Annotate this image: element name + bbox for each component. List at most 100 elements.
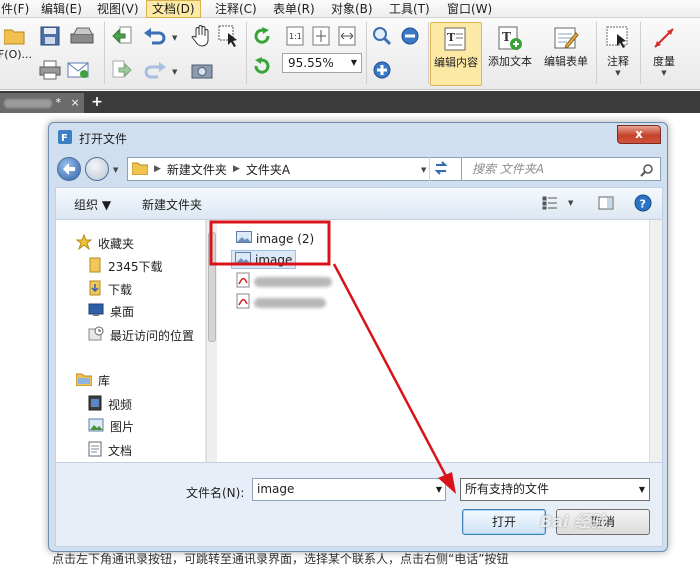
zoom-value: 95.55% xyxy=(288,56,334,70)
new-tab-plus-icon[interactable]: + xyxy=(90,94,104,110)
forward-button[interactable] xyxy=(85,157,109,181)
view-options-chevron-icon[interactable]: ▼ xyxy=(568,199,573,207)
recent-locations-chevron-icon[interactable]: ▼ xyxy=(113,166,118,174)
file-type-select[interactable]: 所有支持的文件 ▼ xyxy=(460,478,650,501)
snapshot-button[interactable] xyxy=(190,58,214,82)
close-icon[interactable]: × xyxy=(71,96,80,109)
dialog-close-button[interactable]: x xyxy=(617,125,661,144)
measure-button[interactable]: 度量 ▼ xyxy=(646,22,682,86)
refresh-button[interactable] xyxy=(429,157,453,181)
desktop-icon xyxy=(88,303,104,320)
nav-item-desktop[interactable]: 桌面 xyxy=(88,303,134,320)
file-item-image-2[interactable]: image (2) xyxy=(233,230,317,247)
dialog-title: 打开文件 xyxy=(79,132,128,146)
hand-icon xyxy=(191,25,211,47)
folder-icon xyxy=(131,161,149,178)
menu-window[interactable]: 窗口(W) xyxy=(442,0,497,18)
view-options-icon[interactable] xyxy=(542,196,558,213)
filename-value: image xyxy=(257,482,295,496)
file-list-scrollbar[interactable] xyxy=(649,220,662,462)
print-button[interactable] xyxy=(38,58,62,82)
new-folder-button[interactable]: 新建文件夹 xyxy=(142,196,202,213)
add-text-button[interactable]: T 添加文本 xyxy=(484,22,536,86)
menu-form[interactable]: 表单(R) xyxy=(268,0,320,18)
nav-item-label: 视频 xyxy=(108,398,133,412)
hand-tool-button[interactable] xyxy=(188,22,214,50)
chevron-down-icon[interactable]: ▼ xyxy=(639,479,645,500)
nav-favorites-label: 收藏夹 xyxy=(98,237,135,251)
menu-document[interactable]: 文档(D) xyxy=(146,0,201,18)
nav-item-2345-downloads[interactable]: 2345下载 xyxy=(88,257,163,276)
menu-file[interactable]: 件(F) xyxy=(0,0,34,18)
file-item-pdf-2[interactable] xyxy=(236,293,326,312)
preview-pane-icon[interactable] xyxy=(598,196,614,213)
file-name-blurred xyxy=(254,297,326,308)
back-button[interactable] xyxy=(57,157,81,181)
nav-item-label: 下载 xyxy=(108,283,133,297)
nav-libraries[interactable]: 库 xyxy=(75,372,111,389)
filename-input[interactable]: image xyxy=(252,478,446,501)
menu-edit[interactable]: 编辑(E) xyxy=(36,0,87,18)
select-tool-button[interactable] xyxy=(216,22,242,50)
email-button[interactable] xyxy=(66,58,90,82)
open-label: F(O)... xyxy=(0,48,33,61)
scan-button[interactable] xyxy=(66,24,100,48)
open-button[interactable]: F(O)... xyxy=(0,26,33,84)
document-tab[interactable]: * × xyxy=(0,93,84,113)
fit-page-button[interactable] xyxy=(310,24,332,48)
export-button[interactable] xyxy=(110,58,134,82)
annotate-button[interactable]: 注释 ▼ xyxy=(600,22,636,86)
fit-width-button[interactable] xyxy=(336,24,358,48)
open-button[interactable]: 打开 xyxy=(462,509,546,535)
svg-text:F: F xyxy=(61,133,68,144)
zoom-in-button[interactable] xyxy=(370,58,394,82)
annotate-label: 注释 xyxy=(607,55,629,68)
navigation-scrollbar-thumb[interactable] xyxy=(208,232,216,342)
undo-button[interactable] xyxy=(142,24,168,48)
search-placeholder: 搜索 文件夹A xyxy=(472,162,545,176)
undo-icon xyxy=(144,27,166,45)
menu-view[interactable]: 视图(V) xyxy=(92,0,144,18)
organize-menu-button[interactable]: 组织 ▼ xyxy=(74,196,111,213)
nav-item-label: 桌面 xyxy=(110,305,135,319)
save-button[interactable] xyxy=(38,24,62,48)
nav-favorites[interactable]: 收藏夹 xyxy=(75,233,135,253)
breadcrumb-folder-a[interactable]: 文件夹A xyxy=(246,161,290,178)
search-input[interactable]: 搜索 文件夹A xyxy=(461,157,661,181)
document-library-icon xyxy=(88,441,102,460)
redo-button[interactable] xyxy=(142,58,168,82)
breadcrumb-new-folder[interactable]: 新建文件夹 xyxy=(167,161,227,178)
nav-item-documents[interactable]: 文档 xyxy=(88,441,132,460)
nav-libraries-label: 库 xyxy=(98,374,111,388)
menu-comment[interactable]: 注释(C) xyxy=(210,0,262,18)
green-arrow-right-icon xyxy=(112,60,132,80)
nav-item-downloads[interactable]: 下载 xyxy=(88,280,132,299)
dialog-content-area: 收藏夹 2345下载 下载 桌面 最近访问的位置 库 视频 图片 文档 imag… xyxy=(55,219,663,463)
menu-object[interactable]: 对象(B) xyxy=(326,0,378,18)
back-arrow-icon xyxy=(58,163,80,183)
nav-item-videos[interactable]: 视频 xyxy=(88,395,132,414)
zoom-in-page-button[interactable] xyxy=(370,24,394,48)
import-button[interactable] xyxy=(110,24,134,48)
nav-item-pictures[interactable]: 图片 xyxy=(88,418,134,435)
address-history-chevron-icon[interactable]: ▼ xyxy=(421,166,426,174)
envelope-icon xyxy=(67,61,89,79)
rotate-clockwise-icon xyxy=(252,26,272,46)
nav-item-recent-places[interactable]: 最近访问的位置 xyxy=(88,326,194,345)
rotate-left-button[interactable] xyxy=(250,54,274,78)
file-item-pdf-1[interactable] xyxy=(236,272,332,291)
edit-content-button[interactable]: T 编辑内容 xyxy=(430,22,482,86)
help-icon[interactable]: ? xyxy=(634,194,652,215)
zoom-out-button[interactable] xyxy=(398,24,422,48)
filename-dropdown-chevron-icon[interactable]: ▼ xyxy=(430,478,448,501)
zoom-combobox[interactable]: 95.55% ▼ xyxy=(282,53,362,73)
chevron-down-icon[interactable]: ▼ xyxy=(351,54,357,72)
edit-form-button[interactable]: 编辑表单 xyxy=(538,22,594,86)
actual-size-button[interactable]: 1:1 xyxy=(284,24,306,48)
menu-tools[interactable]: 工具(T) xyxy=(384,0,435,18)
open-file-dialog: F 打开文件 x ▼ ▶ 新建文件夹 ▶ 文件夹A ▼ 搜索 文件夹A 组织 ▼… xyxy=(48,122,668,552)
file-item-image[interactable]: image xyxy=(231,250,297,269)
document-tab-strip: * × + xyxy=(0,91,700,113)
navigation-scrollbar[interactable] xyxy=(206,220,217,462)
rotate-right-button[interactable] xyxy=(250,24,274,48)
